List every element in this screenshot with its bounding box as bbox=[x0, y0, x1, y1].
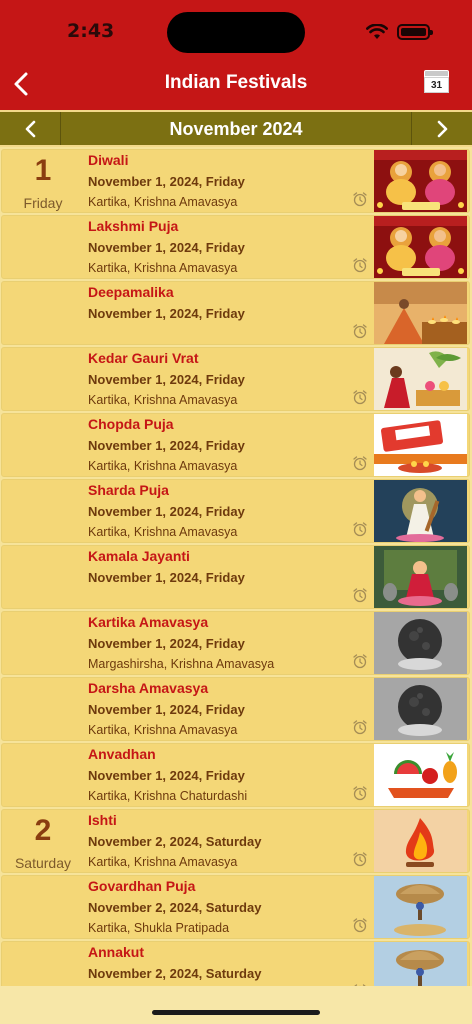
next-month-button[interactable] bbox=[411, 112, 472, 145]
alarm-clock-icon[interactable] bbox=[352, 389, 368, 405]
calendar-day-label: 31 bbox=[424, 77, 449, 93]
festival-date: November 2, 2024, Saturday bbox=[88, 966, 262, 981]
festival-thumbnail bbox=[374, 150, 467, 212]
festival-name: Govardhan Puja bbox=[88, 878, 196, 894]
festival-row[interactable]: Kedar Gauri Vrat November 1, 2024, Friday… bbox=[0, 346, 472, 412]
alarm-clock-icon[interactable] bbox=[352, 455, 368, 471]
festival-lunar-month: Kartika, Krishna Amavasya bbox=[88, 855, 238, 869]
festival-date: November 1, 2024, Friday bbox=[88, 570, 245, 585]
festival-date: November 2, 2024, Saturday bbox=[88, 900, 262, 915]
alarm-clock-icon[interactable] bbox=[352, 917, 368, 933]
festival-thumbnail bbox=[374, 810, 467, 872]
festival-row[interactable]: Chopda Puja November 1, 2024, Friday Karti… bbox=[0, 412, 472, 478]
festival-lunar-month: Kartika, Krishna Amavasya bbox=[88, 261, 238, 275]
festival-thumbnail bbox=[374, 678, 467, 740]
festival-row[interactable]: Sharda Puja November 1, 2024, Friday Karti… bbox=[0, 478, 472, 544]
day-name: Friday bbox=[23, 195, 63, 211]
festival-lunar-month: Kartika, Shukla Pratipada bbox=[88, 921, 230, 935]
alarm-clock-icon[interactable] bbox=[352, 653, 368, 669]
festival-lunar-month: Kartika, Krishna Chaturdashi bbox=[88, 789, 248, 803]
festival-row[interactable]: Darsha Amavasya November 1, 2024, Friday K… bbox=[0, 676, 472, 742]
chevron-left-icon bbox=[25, 120, 36, 138]
alarm-clock-icon[interactable] bbox=[352, 851, 368, 867]
alarm-clock-icon[interactable] bbox=[352, 587, 368, 603]
home-indicator[interactable] bbox=[152, 1010, 320, 1015]
alarm-clock-icon[interactable] bbox=[352, 323, 368, 339]
festival-date: November 1, 2024, Friday bbox=[88, 174, 245, 189]
festival-date: November 1, 2024, Friday bbox=[88, 306, 245, 321]
festival-date: November 1, 2024, Friday bbox=[88, 372, 245, 387]
festival-thumbnail bbox=[374, 876, 467, 938]
festival-row[interactable]: Lakshmi Puja November 1, 2024, Friday Kart… bbox=[0, 214, 472, 280]
festival-date: November 1, 2024, Friday bbox=[88, 768, 245, 783]
festival-date: November 1, 2024, Friday bbox=[88, 504, 245, 519]
festival-lunar-month: Margashirsha, Krishna Amavasya bbox=[88, 657, 275, 671]
page-title: Indian Festivals bbox=[164, 72, 308, 93]
status-time: 2:43 bbox=[67, 20, 115, 42]
festival-name: Kedar Gauri Vrat bbox=[88, 350, 199, 366]
festival-thumbnail bbox=[374, 414, 467, 476]
festival-thumbnail bbox=[374, 546, 467, 608]
festival-name: Deepamalika bbox=[88, 284, 174, 300]
alarm-clock-icon[interactable] bbox=[352, 257, 368, 273]
day-number: 2 bbox=[34, 814, 52, 847]
festival-lunar-month: Kartika, Krishna Amavasya bbox=[88, 195, 238, 209]
festival-date: November 2, 2024, Saturday bbox=[88, 834, 262, 849]
day-number: 1 bbox=[34, 154, 52, 187]
festival-thumbnail bbox=[374, 282, 467, 344]
prev-month-button[interactable] bbox=[0, 112, 61, 145]
festival-row[interactable]: Kartika Amavasya November 1, 2024, Friday… bbox=[0, 610, 472, 676]
alarm-clock-icon[interactable] bbox=[352, 719, 368, 735]
festival-list[interactable]: 1 Friday Diwali November 1, 2024, Friday Kar… bbox=[0, 148, 472, 986]
festival-name: Kartika Amavasya bbox=[88, 614, 209, 630]
festival-lunar-month: Kartika, Krishna Amavasya bbox=[88, 723, 238, 737]
bottom-bar bbox=[0, 986, 472, 1024]
festival-thumbnail bbox=[374, 942, 467, 986]
festival-name: Chopda Puja bbox=[88, 416, 174, 432]
chevron-right-icon bbox=[437, 120, 448, 138]
festival-name: Kamala Jayanti bbox=[88, 548, 190, 564]
festival-row[interactable]: Annakut November 2, 2024, Saturday bbox=[0, 940, 472, 986]
alarm-clock-icon[interactable] bbox=[352, 191, 368, 207]
festival-name: Darsha Amavasya bbox=[88, 680, 209, 696]
festival-name: Lakshmi Puja bbox=[88, 218, 179, 234]
app-header: 2:43 Indian Festivals 31 bbox=[0, 0, 472, 110]
battery-icon bbox=[397, 24, 433, 40]
festival-date: November 1, 2024, Friday bbox=[88, 702, 245, 717]
alarm-clock-icon[interactable] bbox=[352, 785, 368, 801]
wifi-icon bbox=[366, 24, 388, 39]
festival-row[interactable]: 1 Friday Diwali November 1, 2024, Friday Kar… bbox=[0, 148, 472, 214]
month-navigation: November 2024 bbox=[0, 110, 472, 147]
alarm-clock-icon[interactable] bbox=[352, 521, 368, 537]
calendar-icon[interactable]: 31 bbox=[424, 70, 449, 95]
festival-row[interactable]: 2 Saturday Ishti November 2, 2024, Saturday… bbox=[0, 808, 472, 874]
festival-date: November 1, 2024, Friday bbox=[88, 240, 245, 255]
dynamic-island bbox=[167, 12, 305, 53]
festival-name: Anvadhan bbox=[88, 746, 156, 762]
festival-thumbnail bbox=[374, 216, 467, 278]
festival-thumbnail bbox=[374, 480, 467, 542]
festival-lunar-month: Kartika, Krishna Amavasya bbox=[88, 525, 238, 539]
festival-row[interactable]: Govardhan Puja November 2, 2024, Saturday… bbox=[0, 874, 472, 940]
festival-row[interactable]: Deepamalika November 1, 2024, Friday bbox=[0, 280, 472, 346]
month-label: November 2024 bbox=[169, 119, 303, 139]
festival-name: Annakut bbox=[88, 944, 144, 960]
festival-thumbnail bbox=[374, 348, 467, 410]
festival-date: November 1, 2024, Friday bbox=[88, 438, 245, 453]
festival-date: November 1, 2024, Friday bbox=[88, 636, 245, 651]
festival-thumbnail bbox=[374, 744, 467, 806]
festival-name: Diwali bbox=[88, 152, 129, 168]
festival-name: Ishti bbox=[88, 812, 117, 828]
festival-lunar-month: Kartika, Krishna Amavasya bbox=[88, 459, 238, 473]
festival-lunar-month: Kartika, Krishna Amavasya bbox=[88, 393, 238, 407]
festival-row[interactable]: Kamala Jayanti November 1, 2024, Friday bbox=[0, 544, 472, 610]
festival-row[interactable]: Anvadhan November 1, 2024, Friday Kartika,… bbox=[0, 742, 472, 808]
festival-name: Sharda Puja bbox=[88, 482, 169, 498]
festival-thumbnail bbox=[374, 612, 467, 674]
day-name: Saturday bbox=[14, 855, 72, 871]
